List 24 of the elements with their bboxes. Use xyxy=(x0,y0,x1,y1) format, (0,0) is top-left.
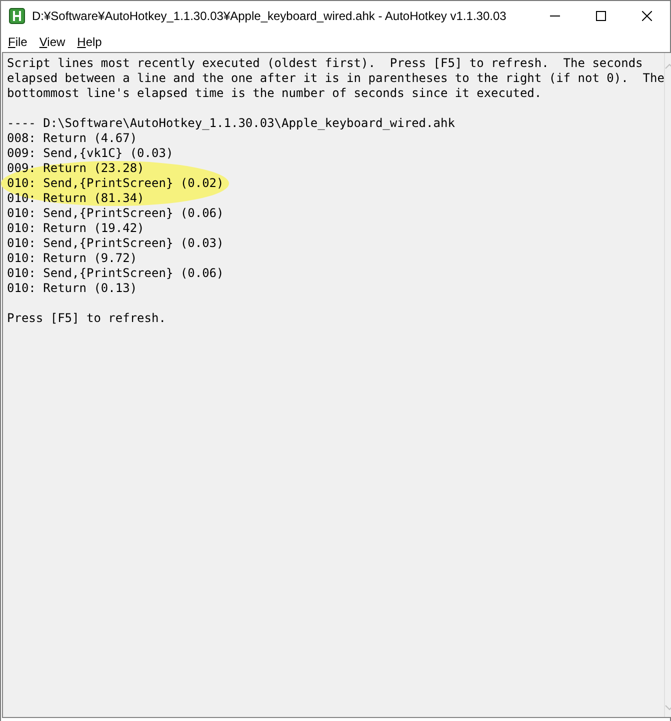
refresh-hint: Press [F5] to refresh. xyxy=(7,311,167,326)
menu-item[interactable]: Help xyxy=(71,34,108,48)
intro-text: Script lines most recently executed (oldest first). Press [F5] to refresh. The seconds xyxy=(7,56,644,71)
log-line: 010: Send,{PrintScreen} (0.02) xyxy=(7,176,225,191)
menu-item[interactable]: File xyxy=(2,34,34,48)
log-line: 010: Return (0.13) xyxy=(7,281,138,296)
scrollbar[interactable] xyxy=(664,53,671,717)
log-line: 008: Return (4.67) xyxy=(7,131,138,146)
log-line: 009: Return (23.28) xyxy=(7,161,146,176)
log-line: 009: Send,{vk1C} (0.03) xyxy=(7,146,174,161)
log-line: 010: Send,{PrintScreen} (0.06) xyxy=(7,206,225,221)
intro-text: bottommost line's elapsed time is the number of seconds since it executed. xyxy=(7,86,543,101)
close-icon xyxy=(642,11,652,21)
maximize-icon xyxy=(596,11,606,21)
log-line: 010: Return (9.72) xyxy=(7,251,138,266)
log-line: 010: Send,{PrintScreen} (0.03) xyxy=(7,236,225,251)
log-line: 010: Send,{PrintScreen} (0.06) xyxy=(7,266,225,281)
script-path-header: ---- D:\Software\AutoHotkey_1.1.30.03\Apple_keyboard_wired.ahk xyxy=(7,116,456,131)
intro-text: elapsed between a line and the one after it is in parentheses to the right (if not 0). The xyxy=(7,71,664,86)
app-icon xyxy=(9,8,25,24)
log-line: 010: Return (19.42) xyxy=(7,221,146,236)
menu-item[interactable]: View xyxy=(33,34,72,48)
window-title: D:¥Software¥AutoHotkey_1.1.30.03¥Apple_keyboard_wired.ahk - AutoHotkey v1.1.30.03 xyxy=(32,9,508,23)
log-line: 010: Return (81.34) xyxy=(7,191,146,206)
